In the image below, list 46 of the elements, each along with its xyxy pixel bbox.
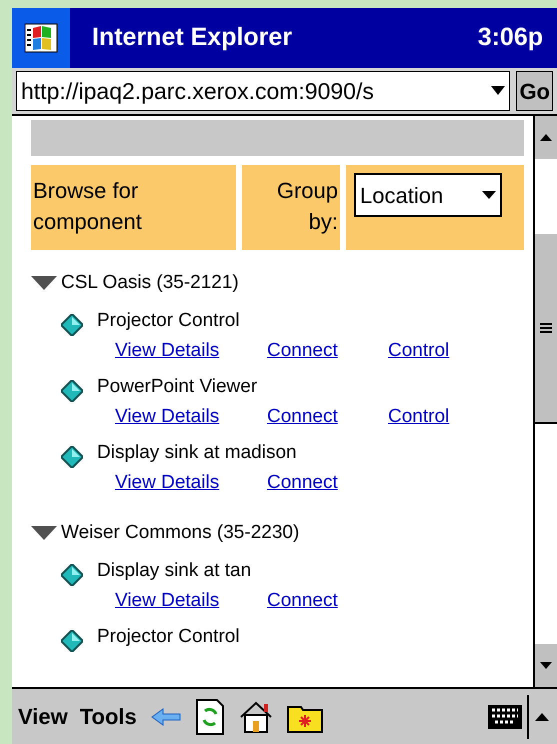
dropdown-arrow-icon[interactable] (491, 86, 506, 96)
expanded-triangle-icon[interactable] (31, 526, 57, 540)
scroll-up-button[interactable] (535, 116, 557, 159)
component-name: PowerPoint Viewer (97, 374, 258, 399)
component-name: Display sink at tan (97, 558, 252, 583)
link[interactable]: View Details (115, 590, 220, 611)
menu-item[interactable]: View (18, 700, 68, 733)
dropdown-arrow-icon (482, 190, 496, 200)
up-arrow-icon (540, 134, 552, 141)
component-name: Projector Control (97, 624, 240, 649)
menu-item[interactable]: Tools (80, 700, 137, 733)
link[interactable]: Connect (267, 406, 338, 427)
group-by-select[interactable]: Location (354, 173, 502, 217)
address-field[interactable]: http://ipaq2.parc.xerox.com:9090/s (16, 71, 510, 111)
group-by-label: Group by: (276, 177, 338, 236)
link[interactable]: View Details (115, 472, 220, 493)
clock-time[interactable]: 3:06p (478, 19, 543, 57)
link[interactable]: Connect (267, 590, 338, 611)
diamond-icon (61, 380, 83, 402)
group-heading: CSL Oasis (35-2121) (61, 270, 239, 295)
back-arrow-icon[interactable] (150, 708, 181, 726)
up-arrow-icon[interactable] (535, 712, 549, 720)
home-icon[interactable] (238, 700, 273, 732)
diamond-icon (61, 314, 83, 336)
browse-label: Browse for component (33, 177, 143, 236)
component-name: Projector Control (97, 308, 240, 333)
scroll-thumb[interactable] (535, 234, 557, 424)
grip-icon (540, 323, 552, 333)
diamond-icon (61, 446, 83, 468)
link[interactable]: Control (388, 406, 450, 427)
link[interactable]: View Details (115, 406, 220, 427)
expanded-triangle-icon[interactable] (31, 276, 57, 290)
diamond-icon (61, 630, 83, 652)
link[interactable]: Control (388, 340, 450, 361)
scroll-down-button[interactable] (535, 644, 557, 687)
window-title: Internet Explorer (92, 22, 292, 54)
link[interactable]: View Details (115, 340, 220, 361)
link[interactable]: Connect (267, 340, 338, 361)
go-button[interactable]: Go (516, 71, 553, 111)
keyboard-icon[interactable] (487, 704, 523, 730)
down-arrow-icon (540, 662, 552, 669)
link[interactable]: Connect (267, 472, 338, 493)
component-name: Display sink at madison (97, 440, 297, 465)
refresh-icon[interactable] (194, 698, 225, 734)
diamond-icon (61, 564, 83, 586)
group-heading: Weiser Commons (35-2230) (61, 520, 300, 545)
